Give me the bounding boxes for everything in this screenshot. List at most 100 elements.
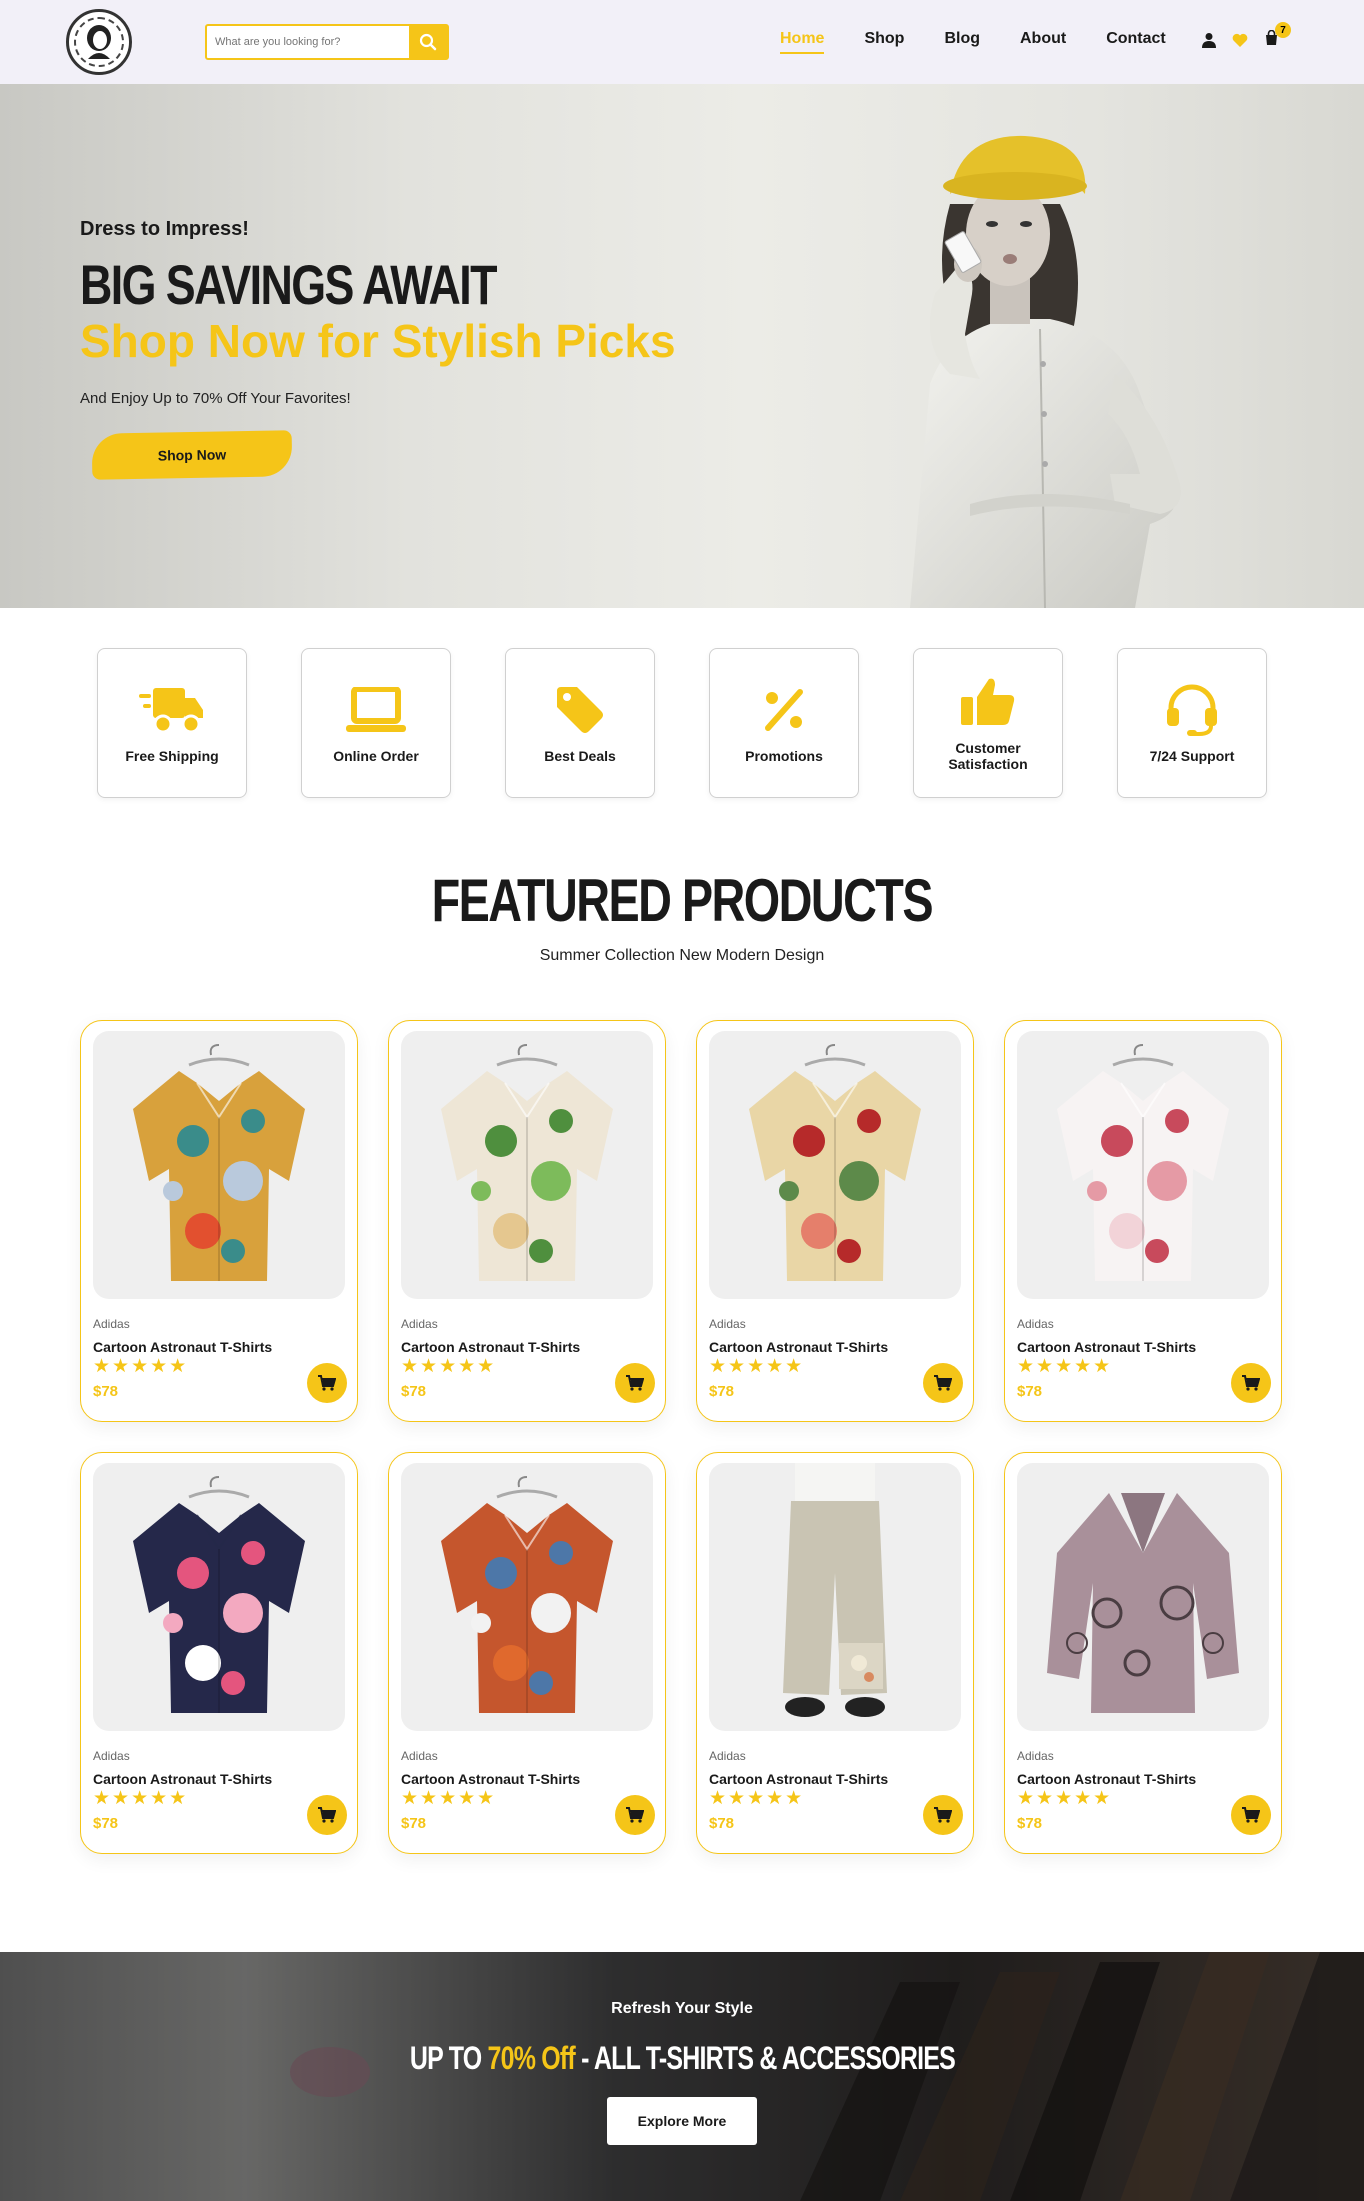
product-card[interactable]: Adidas Cartoon Astronaut T-Shirts ★★★★★ … — [696, 1020, 974, 1422]
product-price: $78 — [93, 1383, 119, 1400]
heart-icon[interactable] — [1232, 33, 1248, 47]
product-name[interactable]: Cartoon Astronaut T-Shirts — [709, 1771, 888, 1787]
search-icon — [419, 33, 437, 51]
percent-icon — [762, 682, 806, 738]
product-image[interactable] — [93, 1031, 345, 1299]
nav-contact[interactable]: Contact — [1106, 30, 1166, 48]
add-to-cart-button[interactable] — [307, 1363, 347, 1403]
product-name[interactable]: Cartoon Astronaut T-Shirts — [709, 1339, 888, 1355]
nav-about[interactable]: About — [1020, 30, 1066, 48]
add-to-cart-button[interactable] — [1231, 1795, 1271, 1835]
cart-icon — [318, 1807, 336, 1823]
product-price: $78 — [401, 1815, 427, 1832]
product-image[interactable] — [1017, 1463, 1269, 1731]
logo-face-icon — [87, 25, 111, 59]
hero-model-image — [910, 135, 1181, 608]
product-image[interactable] — [401, 1463, 653, 1731]
product-card[interactable]: Adidas Cartoon Astronaut T-Shirts ★★★★★ … — [80, 1452, 358, 1854]
cart-icon — [1242, 1375, 1260, 1391]
product-price: $78 — [401, 1383, 427, 1400]
add-to-cart-button[interactable] — [307, 1795, 347, 1835]
product-rating: ★★★★★ — [1017, 1788, 1113, 1809]
feature-online-order: Online Order — [301, 648, 451, 798]
product-brand: Adidas — [1017, 1317, 1054, 1331]
search-button[interactable] — [409, 26, 447, 58]
product-card[interactable]: Adidas Cartoon Astronaut T-Shirts ★★★★★ … — [388, 1020, 666, 1422]
cart-button[interactable]: 7 — [1264, 22, 1291, 50]
product-brand: Adidas — [93, 1749, 130, 1763]
cart-icon — [318, 1375, 336, 1391]
product-card[interactable]: Adidas Cartoon Astronaut T-Shirts ★★★★★ … — [696, 1452, 974, 1854]
cart-icon — [1242, 1807, 1260, 1823]
feature-customer-satisfaction: Customer Satisfaction — [913, 648, 1063, 798]
product-rating: ★★★★★ — [401, 1356, 497, 1377]
feature-label: Customer Satisfaction — [948, 740, 1028, 772]
shop-now-button[interactable]: Shop Now — [91, 430, 293, 480]
laptop-icon — [344, 682, 408, 738]
truck-icon — [139, 682, 205, 738]
hero-banner: Dress to Impress! BIG SAVINGS AWAIT Shop… — [0, 84, 1364, 608]
nav-home[interactable]: Home — [780, 30, 825, 54]
user-icon[interactable] — [1202, 32, 1216, 48]
product-brand: Adidas — [401, 1317, 438, 1331]
product-image[interactable] — [709, 1463, 961, 1731]
add-to-cart-button[interactable] — [1231, 1363, 1271, 1403]
product-price: $78 — [93, 1815, 119, 1832]
headset-icon — [1165, 682, 1219, 738]
product-rating: ★★★★★ — [709, 1356, 805, 1377]
add-to-cart-button[interactable] — [615, 1363, 655, 1403]
search-bar — [205, 24, 449, 60]
product-name[interactable]: Cartoon Astronaut T-Shirts — [93, 1771, 272, 1787]
add-to-cart-button[interactable] — [923, 1795, 963, 1835]
product-price: $78 — [709, 1815, 735, 1832]
product-name[interactable]: Cartoon Astronaut T-Shirts — [401, 1771, 580, 1787]
add-to-cart-button[interactable] — [615, 1795, 655, 1835]
product-name[interactable]: Cartoon Astronaut T-Shirts — [1017, 1771, 1196, 1787]
cart-icon — [934, 1375, 952, 1391]
feature-label: Online Order — [333, 748, 419, 764]
product-brand: Adidas — [709, 1749, 746, 1763]
product-image[interactable] — [401, 1031, 653, 1299]
product-image[interactable] — [709, 1031, 961, 1299]
product-image[interactable] — [1017, 1031, 1269, 1299]
product-price: $78 — [709, 1383, 735, 1400]
feature-promotions: Promotions — [709, 648, 859, 798]
tag-icon — [555, 682, 605, 738]
product-rating: ★★★★★ — [93, 1788, 189, 1809]
cart-icon — [626, 1375, 644, 1391]
product-name[interactable]: Cartoon Astronaut T-Shirts — [1017, 1339, 1196, 1355]
header-actions: 7 — [1202, 22, 1291, 50]
product-image[interactable] — [93, 1463, 345, 1731]
product-card[interactable]: Adidas Cartoon Astronaut T-Shirts ★★★★★ … — [388, 1452, 666, 1854]
feature-label: Best Deals — [544, 748, 616, 764]
hero-subtitle: Shop Now for Stylish Picks — [80, 315, 676, 367]
cart-count-badge: 7 — [1275, 22, 1291, 38]
product-name[interactable]: Cartoon Astronaut T-Shirts — [401, 1339, 580, 1355]
product-brand: Adidas — [1017, 1749, 1054, 1763]
add-to-cart-button[interactable] — [923, 1363, 963, 1403]
feature-label: Promotions — [745, 748, 823, 764]
product-brand: Adidas — [401, 1749, 438, 1763]
product-rating: ★★★★★ — [709, 1788, 805, 1809]
product-name[interactable]: Cartoon Astronaut T-Shirts — [93, 1339, 272, 1355]
hero-title: BIG SAVINGS AWAIT — [80, 253, 497, 316]
feature-label: 7/24 Support — [1149, 748, 1235, 764]
site-header: Home Shop Blog About Contact 7 — [0, 0, 1364, 84]
product-price: $78 — [1017, 1815, 1043, 1832]
explore-more-button[interactable]: Explore More — [607, 2097, 757, 2145]
cart-icon — [626, 1807, 644, 1823]
product-card[interactable]: Adidas Cartoon Astronaut T-Shirts ★★★★★ … — [80, 1020, 358, 1422]
banner-kicker: Refresh Your Style — [611, 2000, 753, 2017]
feature-best-deals: Best Deals — [505, 648, 655, 798]
product-card[interactable]: Adidas Cartoon Astronaut T-Shirts ★★★★★ … — [1004, 1452, 1282, 1854]
product-card[interactable]: Adidas Cartoon Astronaut T-Shirts ★★★★★ … — [1004, 1020, 1282, 1422]
product-rating: ★★★★★ — [1017, 1356, 1113, 1377]
main-nav: Home Shop Blog About Contact — [780, 30, 1206, 54]
product-rating: ★★★★★ — [401, 1788, 497, 1809]
nav-shop[interactable]: Shop — [864, 30, 904, 48]
product-rating: ★★★★★ — [93, 1356, 189, 1377]
search-input[interactable] — [207, 26, 409, 58]
feature-label: Free Shipping — [125, 748, 219, 764]
brand-logo[interactable] — [66, 9, 132, 75]
nav-blog[interactable]: Blog — [944, 30, 980, 48]
